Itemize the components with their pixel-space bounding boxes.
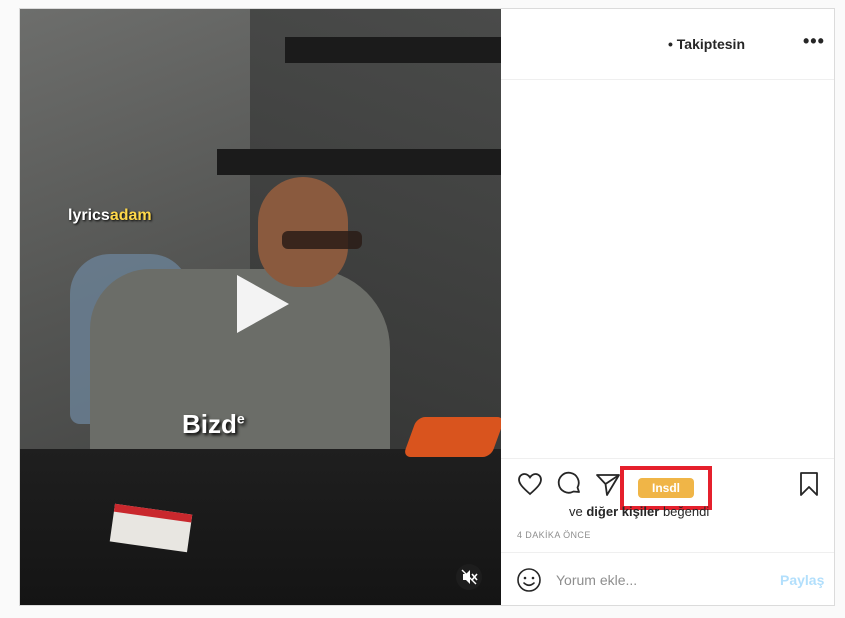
- emoji-icon[interactable]: [516, 567, 542, 593]
- video-watermark: lyricsadam: [68, 207, 152, 225]
- watermark-part-b: adam: [109, 207, 152, 224]
- desk: [20, 449, 501, 605]
- comment-input[interactable]: [556, 568, 766, 592]
- sunglasses: [282, 231, 362, 249]
- likes-others[interactable]: diğer kişiler: [586, 504, 659, 519]
- more-icon[interactable]: •••: [803, 31, 825, 52]
- post-header: • Takiptesin •••: [501, 9, 834, 80]
- heart-icon[interactable]: [516, 470, 544, 498]
- video-player[interactable]: lyricsadam Bizde: [20, 9, 501, 605]
- post-comment-button[interactable]: Paylaş: [780, 572, 824, 588]
- video-caption: Bizde: [182, 409, 245, 440]
- bookmark-icon[interactable]: [795, 470, 823, 498]
- post-card: lyricsadam Bizde • Takiptesin ••• Insdl …: [19, 8, 835, 606]
- insdl-button[interactable]: Insdl: [638, 478, 694, 498]
- caption-text: Bizd: [182, 409, 237, 439]
- comments-area: [501, 80, 834, 458]
- likes-summary[interactable]: ve diğer kişiler beğendi: [569, 504, 709, 519]
- likes-suffix: beğendi: [659, 504, 710, 519]
- action-bar: Insdl ve diğer kişiler beğendi 4 DAKİKA …: [501, 458, 834, 552]
- following-status[interactable]: • Takiptesin: [668, 36, 745, 52]
- mouse-pad: [402, 417, 501, 457]
- shelf: [217, 149, 501, 175]
- comment-bar: Paylaş: [501, 552, 834, 605]
- comment-icon[interactable]: [555, 470, 583, 498]
- caption-sup: e: [236, 410, 245, 427]
- post-panel: • Takiptesin ••• Insdl ve diğer kişiler …: [501, 9, 834, 605]
- post-timestamp[interactable]: 4 DAKİKA ÖNCE: [517, 530, 591, 540]
- shelf: [285, 37, 501, 63]
- mute-icon[interactable]: [456, 564, 482, 590]
- likes-prefix: ve: [569, 504, 587, 519]
- watermark-part-a: lyrics: [68, 207, 110, 224]
- share-icon[interactable]: [594, 470, 622, 498]
- play-icon[interactable]: [223, 269, 293, 339]
